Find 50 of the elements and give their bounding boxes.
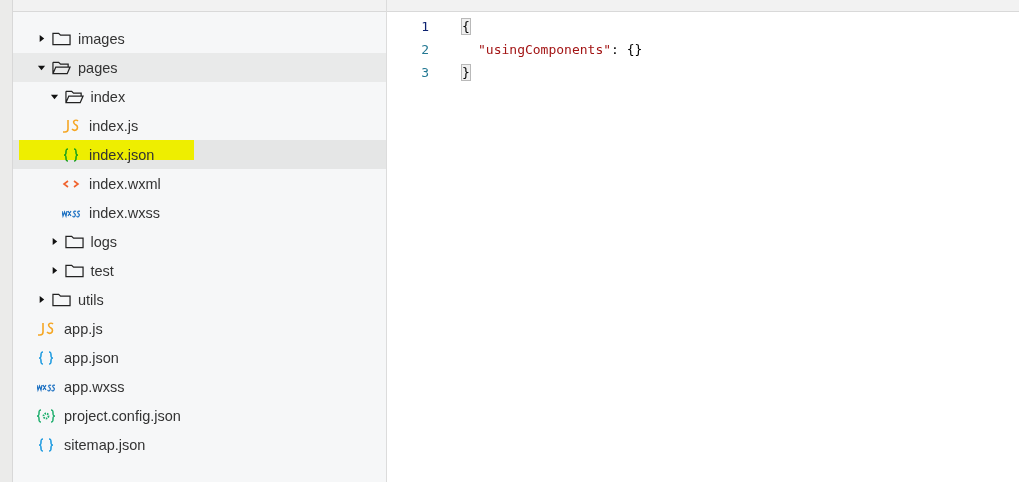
file-name: index.wxml <box>89 175 161 192</box>
file-name: test <box>90 262 114 279</box>
caret-down-icon[interactable] <box>49 92 59 101</box>
folder-icon <box>52 291 71 308</box>
file-tree-item[interactable]: index.json <box>13 140 386 169</box>
file-tree-item[interactable]: test <box>13 256 386 285</box>
file-name: index.wxss <box>89 204 160 221</box>
file-tree-item[interactable]: pages <box>13 53 386 82</box>
line-number: 1 <box>420 19 429 34</box>
caret-down-icon[interactable] <box>37 63 46 72</box>
caret-right-icon[interactable] <box>37 34 46 43</box>
file-name: index.json <box>89 146 155 163</box>
line-number: 2 <box>420 42 429 57</box>
file-tree-item[interactable]: images <box>13 24 386 53</box>
file-tree-item[interactable]: index.wxml <box>13 169 386 198</box>
braces-icon <box>37 350 55 365</box>
braces-icon <box>37 437 55 452</box>
file-tree-item[interactable]: logs <box>13 227 386 256</box>
file-name: project.config.json <box>64 407 181 424</box>
gear-braces-icon <box>37 408 55 423</box>
file-name: utils <box>78 291 104 308</box>
file-name: app.js <box>64 320 103 337</box>
file-tree-item[interactable]: utils <box>13 285 386 314</box>
file-tree-item[interactable]: sitemap.json <box>13 430 386 459</box>
file-name: index <box>90 88 126 105</box>
folder-icon <box>52 30 71 47</box>
braces-icon <box>62 147 80 162</box>
caret-right-icon[interactable] <box>37 295 46 304</box>
file-name: app.wxss <box>64 378 125 395</box>
file-name: app.json <box>64 349 119 366</box>
file-name: logs <box>90 233 118 250</box>
file-tree-item[interactable]: index.wxss <box>13 198 386 227</box>
file-tree-item[interactable]: app.json <box>13 343 386 372</box>
file-tree-item[interactable]: app.js <box>13 314 386 343</box>
file-name: sitemap.json <box>64 436 146 453</box>
js-file-icon <box>37 321 55 336</box>
open-folder-icon <box>52 59 71 76</box>
file-tree-item[interactable]: index <box>13 82 386 111</box>
line-number: 3 <box>420 65 429 80</box>
js-file-icon <box>62 118 80 133</box>
open-folder-icon <box>64 88 84 105</box>
folder-icon <box>64 233 84 250</box>
folder-icon <box>64 262 84 279</box>
file-name: index.js <box>89 117 139 134</box>
file-name: images <box>78 30 125 47</box>
file-tree-item[interactable]: index.js <box>13 111 386 140</box>
file-name: pages <box>78 59 118 76</box>
file-tree-item[interactable]: app.wxss <box>13 372 386 401</box>
file-tree-item[interactable]: project.config.json <box>13 401 386 430</box>
code-line: "usingComponents": {} <box>477 42 643 57</box>
